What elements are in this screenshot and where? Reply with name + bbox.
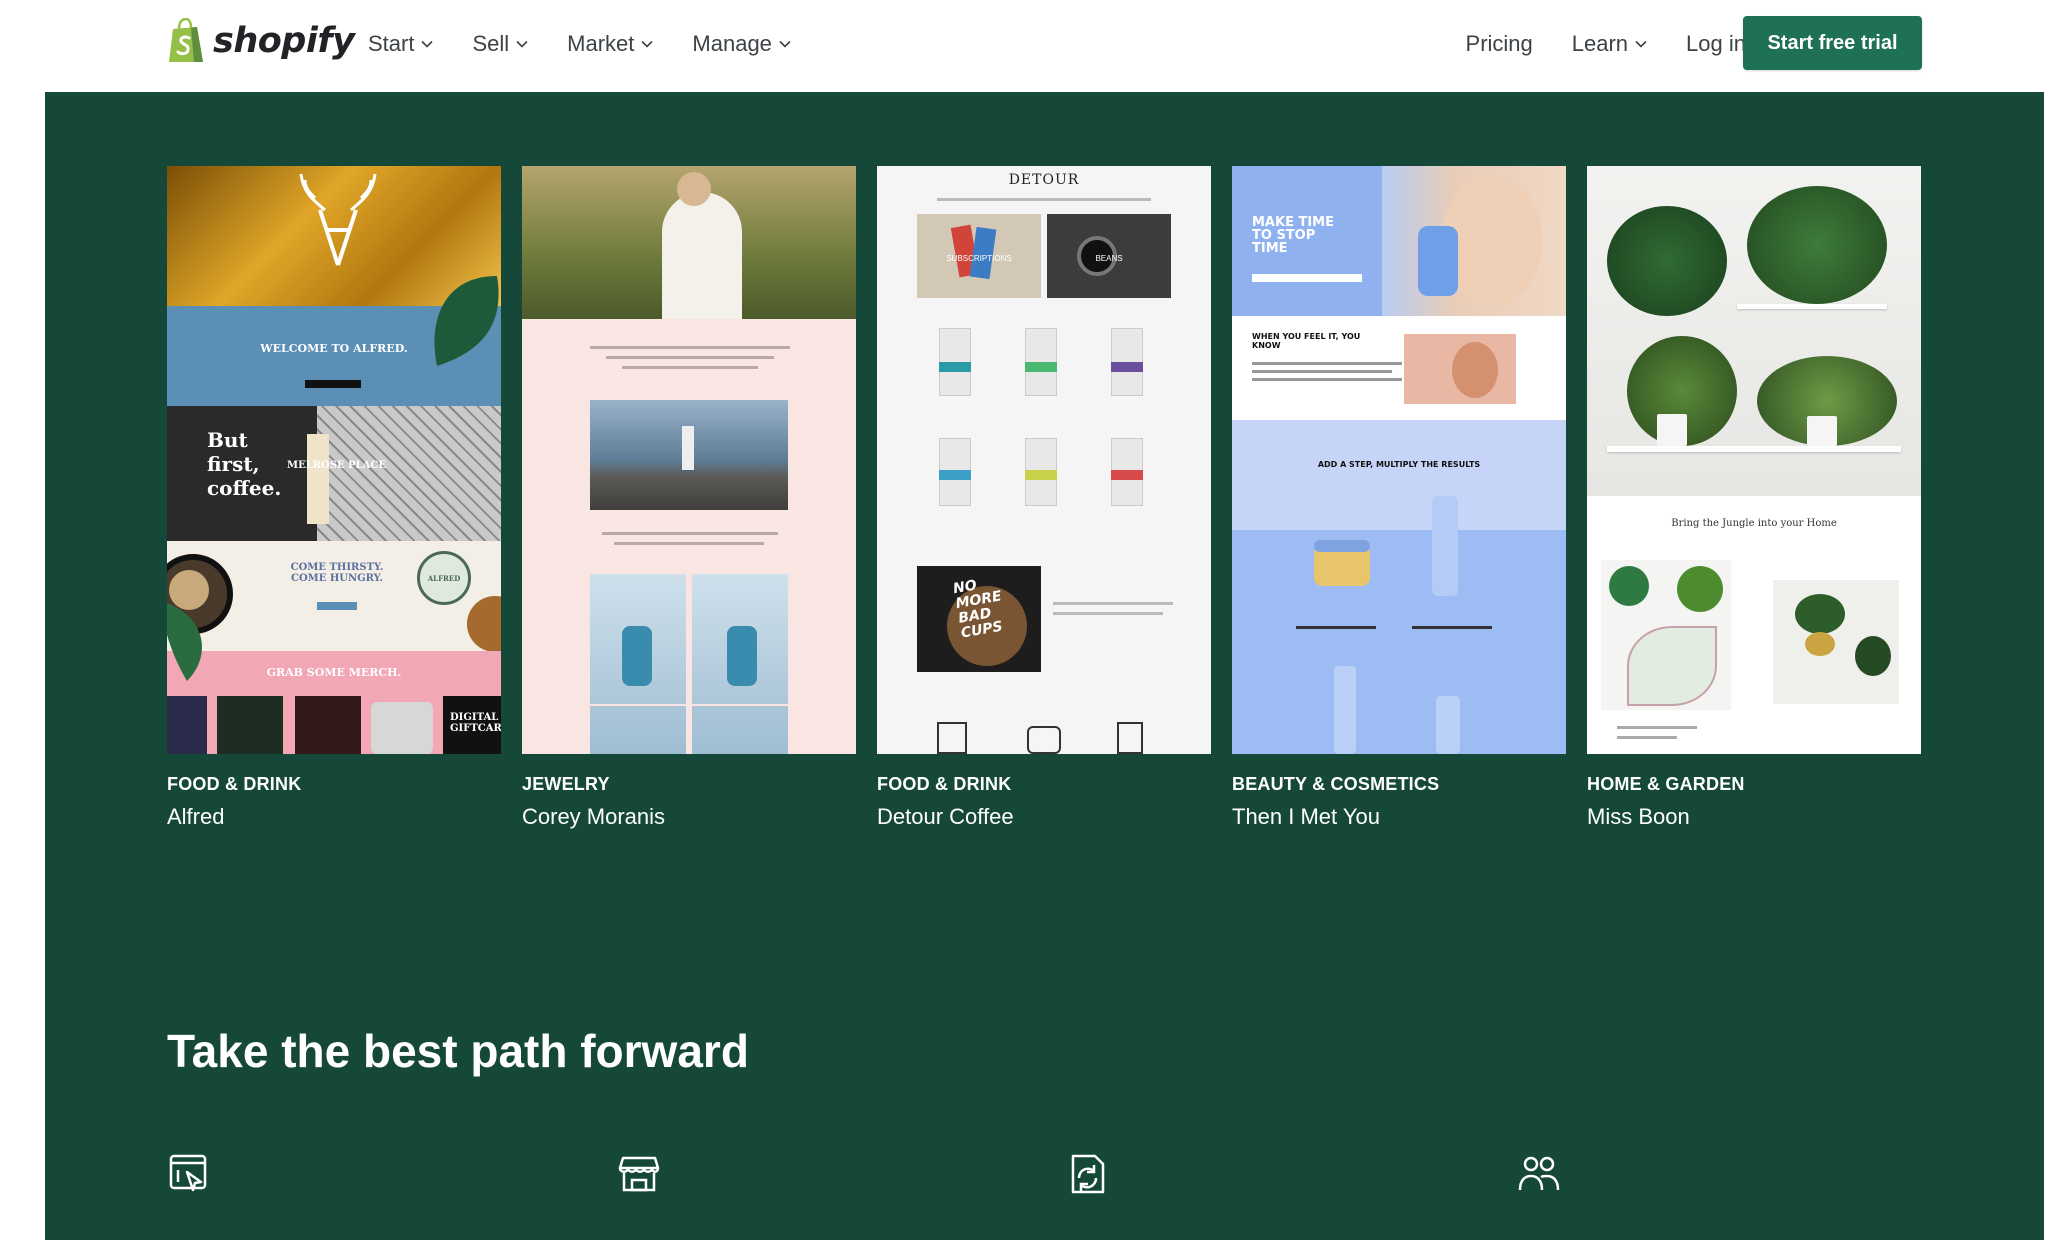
alfred-tagline: But first, coffee. [207,428,282,500]
nav-learn[interactable]: Learn [1572,31,1647,57]
chevron-down-icon [641,40,653,48]
nav-market[interactable]: Market [567,31,653,57]
secondary-nav: Pricing Learn Log in [1427,0,1746,88]
storefront-icon [618,1156,660,1192]
nav-pricing[interactable]: Pricing [1466,31,1533,57]
store-screenshot-miss-boon[interactable]: Bring the Jungle into your Home [1587,166,1921,754]
examples-section: WELCOME TO ALFRED. But first, coffee. ME… [45,92,2044,1240]
store-screenshot-alfred[interactable]: WELCOME TO ALFRED. But first, coffee. ME… [167,166,501,754]
nav-learn-label: Learn [1571,31,1629,56]
primary-nav: Start Sell Market Manage [368,0,830,88]
people-icon [1518,1156,1560,1191]
missboon-tagline: Bring the Jungle into your Home [1671,518,1837,529]
site-header: shopify Start Sell Market Manage Pricing… [0,0,2046,92]
logo-wordmark: shopify [213,21,355,61]
chevron-down-icon [516,40,528,48]
nav-start-label: Start [368,31,415,56]
store-category: BEAUTY & COSMETICS [1232,774,1440,794]
store-name[interactable]: Corey Moranis [522,804,665,830]
nav-manage-label: Manage [692,31,772,56]
palm-leaf-icon [167,603,202,681]
timy-hero: MAKE TIME TO STOP TIME [1252,215,1334,256]
chevron-down-icon [421,40,434,48]
store-category: JEWELRY [522,774,610,794]
alfred-promo: COME THIRSTY. COME HUNGRY. [290,562,384,584]
deer-logo-icon [299,173,377,266]
start-free-trial-button[interactable]: Start free trial [1743,16,1922,70]
detour-tile-2: BEANS [1095,254,1123,263]
sync-icon [1071,1154,1105,1194]
online-store-icon [169,1154,207,1192]
nav-market-label: Market [567,31,635,56]
store-name[interactable]: Miss Boon [1587,804,1690,830]
store-category: FOOD & DRINK [877,774,1012,794]
detour-brand: DETOUR [1008,172,1080,188]
nav-manage[interactable]: Manage [692,31,791,57]
alfred-merch: GRAB SOME MERCH. [266,666,402,679]
section-title: Take the best path forward [167,1025,749,1077]
monstera-leaf-icon [434,276,499,366]
store-name[interactable]: Then I Met You [1232,804,1380,830]
detour-tile-1: SUBSCRIPTIONS [946,254,1012,263]
shopify-logo[interactable]: shopify [167,18,355,64]
nav-login-label: Log in [1686,31,1746,56]
timy-steps: ADD A STEP, MULTIPLY THE RESULTS [1317,460,1481,469]
store-screenshot-detour-coffee[interactable]: DETOUR SUBSCRIPTIONS BEANS NO MORE BAD C… [877,166,1211,754]
nav-start[interactable]: Start [368,31,434,57]
chevron-down-icon [1635,40,1647,48]
nav-sell[interactable]: Sell [472,31,528,57]
shopify-bag-icon [169,18,203,62]
store-name[interactable]: Alfred [167,804,224,830]
nav-pricing-label: Pricing [1465,31,1533,56]
store-category: HOME & GARDEN [1587,774,1745,794]
chevron-down-icon [779,40,791,48]
store-name[interactable]: Detour Coffee [877,804,1014,830]
alfred-seal: ALFRED [427,574,461,583]
timy-block-title: WHEN YOU FEEL IT, YOU KNOW [1252,332,1361,350]
alfred-location: MELROSE PLACE [287,460,386,471]
store-screenshot-then-i-met-you[interactable]: MAKE TIME TO STOP TIME WHEN YOU FEEL IT,… [1232,166,1566,754]
store-screenshot-corey-moranis[interactable] [522,166,856,754]
nav-login[interactable]: Log in [1686,31,1746,57]
store-category: FOOD & DRINK [167,774,302,794]
nav-sell-label: Sell [472,31,510,56]
alfred-giftcard: DIGITAL GIFTCARD [450,712,501,734]
